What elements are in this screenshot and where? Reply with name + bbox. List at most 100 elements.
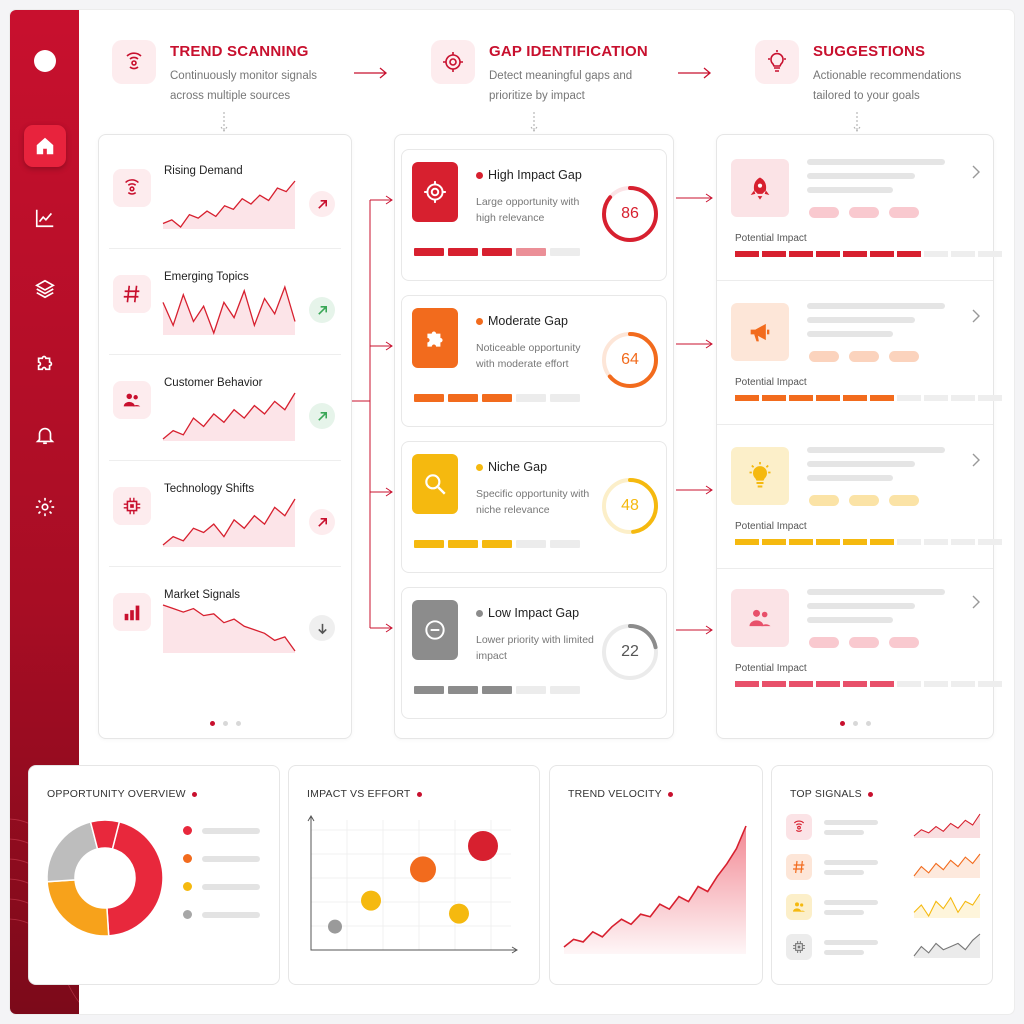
layers-icon[interactable] — [24, 268, 66, 310]
radar-icon — [112, 40, 156, 84]
status-dot — [476, 318, 483, 325]
donut-slice[interactable] — [46, 820, 99, 883]
bell-icon[interactable] — [24, 414, 66, 456]
suggestion-row[interactable]: Potential Impact — [717, 283, 1002, 425]
gap-desc: Large opportunity with high relevance — [476, 196, 580, 224]
dashed-arrow-icon — [530, 112, 538, 132]
target-icon — [431, 40, 475, 84]
tag-pill — [809, 637, 839, 648]
placeholder-line — [807, 617, 893, 623]
pagination-dots[interactable] — [99, 721, 351, 726]
gap-title: Moderate Gap — [488, 314, 568, 328]
impact-bar — [414, 540, 580, 548]
home-icon[interactable] — [24, 125, 66, 167]
card-title: IMPACT VS EFFORT — [307, 788, 422, 800]
tag-pill — [849, 637, 879, 648]
puzzle-icon[interactable] — [24, 341, 66, 383]
trend-row[interactable]: Rising Demand — [109, 143, 341, 249]
gap-card[interactable]: High Impact Gap Large opportunity with h… — [401, 149, 667, 281]
donut-chart — [46, 819, 164, 937]
impact-label: Potential Impact — [735, 233, 807, 244]
trend-label: Emerging Topics — [164, 271, 249, 283]
users-icon — [731, 589, 789, 647]
score-value: 86 — [621, 205, 639, 222]
impact-bar — [735, 681, 1002, 687]
suggestion-row[interactable]: Potential Impact — [717, 427, 1002, 569]
scatter-point[interactable] — [468, 831, 498, 861]
tag-pill — [889, 637, 919, 648]
donut-slice[interactable] — [46, 879, 110, 937]
gap-card[interactable]: Low Impact Gap Lower priority with limit… — [401, 587, 667, 719]
scatter-point[interactable] — [410, 856, 436, 883]
sparkline — [162, 180, 296, 229]
impact-vs-effort-card: IMPACT VS EFFORT — [288, 765, 540, 985]
status-dot — [476, 610, 483, 617]
gear-icon[interactable] — [24, 486, 66, 528]
placeholder-line — [807, 303, 945, 309]
gap-card[interactable]: Niche Gap Specific opportunity with nich… — [401, 441, 667, 573]
signal-row[interactable] — [786, 893, 986, 924]
tag-pill — [889, 351, 919, 362]
chevron-right-icon[interactable] — [971, 595, 981, 609]
suggestion-row[interactable]: Potential Impact — [717, 139, 1002, 281]
chevron-right-icon[interactable] — [971, 165, 981, 179]
flow-arrow-icon — [354, 67, 388, 79]
flow-arrow-icon — [678, 67, 712, 79]
chevron-right-icon[interactable] — [971, 453, 981, 467]
trend-row[interactable]: Emerging Topics — [109, 249, 341, 355]
arrow-down-icon[interactable] — [309, 615, 335, 641]
gap-title: Niche Gap — [488, 460, 548, 474]
card-title: TOP SIGNALS — [790, 788, 873, 800]
gap-card[interactable]: Moderate Gap Noticeable opportunity with… — [401, 295, 667, 427]
trend-label: Rising Demand — [164, 165, 243, 177]
suggestions-panel: Potential Impact Potential Impact Potent… — [716, 134, 1002, 739]
sparkline — [913, 853, 981, 878]
logo[interactable] — [34, 50, 56, 72]
dashed-arrow-icon — [853, 112, 861, 132]
placeholder-line — [824, 870, 864, 875]
bars-icon — [113, 593, 151, 631]
trend-row[interactable]: Customer Behavior — [109, 355, 341, 461]
arrow-up-right-icon[interactable] — [309, 297, 335, 323]
trend-row[interactable]: Market Signals — [109, 567, 341, 673]
scatter-point[interactable] — [449, 903, 469, 924]
placeholder-line — [807, 475, 893, 481]
placeholder-line — [824, 940, 878, 945]
megaphone-icon — [731, 303, 789, 361]
scatter-point[interactable] — [361, 890, 381, 911]
trend-row[interactable]: Technology Shifts — [109, 461, 341, 567]
tag-pill — [849, 207, 879, 218]
sparkline — [162, 392, 296, 441]
chart-icon[interactable] — [24, 197, 66, 239]
impact-bar — [414, 248, 580, 256]
tag-pill — [809, 351, 839, 362]
velocity-area — [564, 826, 746, 954]
gap-title: High Impact Gap — [488, 168, 582, 182]
trend-desc: Continuously monitor signals across mult… — [170, 70, 318, 102]
placeholder-line — [807, 159, 945, 165]
scatter-point[interactable] — [328, 919, 342, 934]
impact-label: Potential Impact — [735, 663, 807, 674]
arrow-up-right-icon[interactable] — [309, 509, 335, 535]
pagination-dots[interactable] — [717, 721, 993, 726]
signal-row[interactable] — [786, 933, 986, 964]
impact-bar — [735, 251, 1002, 257]
trend-label: Market Signals — [164, 589, 241, 601]
impact-bar — [735, 395, 1002, 401]
placeholder-line — [807, 461, 915, 467]
arrow-up-right-icon[interactable] — [309, 191, 335, 217]
gap-desc: Detect meaningful gaps and prioritize by… — [489, 70, 633, 102]
signal-row[interactable] — [786, 853, 986, 884]
suggestion-row[interactable]: Potential Impact — [717, 569, 1002, 711]
trend-scanning-panel: Rising Demand Emerging Topics Customer B… — [98, 134, 352, 739]
legend-item — [183, 826, 260, 835]
gap-identification-header: GAP IDENTIFICATION Detect meaningful gap… — [431, 40, 649, 106]
radar-icon — [113, 169, 151, 207]
arrow-up-right-icon[interactable] — [309, 403, 335, 429]
signal-row[interactable] — [786, 813, 986, 844]
hashtag-icon — [786, 854, 812, 880]
scatter-chart — [307, 815, 518, 954]
legend-item — [183, 882, 260, 891]
chevron-right-icon[interactable] — [971, 309, 981, 323]
chip-icon — [786, 934, 812, 960]
